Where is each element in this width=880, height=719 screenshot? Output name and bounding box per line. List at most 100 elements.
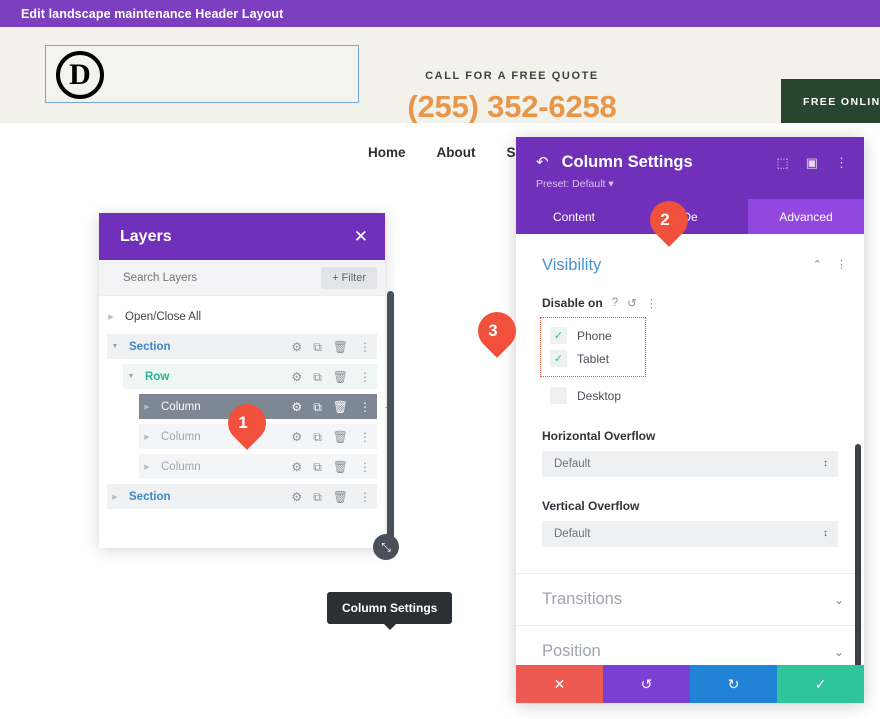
chevron-right-icon[interactable]: ▶ bbox=[107, 493, 123, 501]
column-settings-header: ↶ Column Settings ⬚ ▣ ⋮ Preset: Default … bbox=[516, 137, 864, 199]
trash-icon[interactable]: 🗑 bbox=[333, 431, 348, 443]
gear-icon[interactable]: ⚙ bbox=[291, 341, 302, 353]
select-arrows-icon: ↕ bbox=[823, 458, 828, 469]
chevron-right-icon[interactable]: ▶ bbox=[103, 313, 119, 321]
gear-icon[interactable]: ⚙ bbox=[291, 491, 302, 503]
chevron-right-icon[interactable]: ▶ bbox=[139, 433, 155, 441]
checkbox-tablet[interactable]: ✓ bbox=[550, 350, 567, 367]
back-icon[interactable]: ↶ bbox=[536, 155, 549, 170]
duplicate-icon[interactable]: ⧉ bbox=[313, 341, 322, 353]
redo-button[interactable]: ↻ bbox=[690, 665, 777, 703]
duplicate-icon[interactable]: ⧉ bbox=[313, 371, 322, 383]
chevron-right-icon[interactable]: ▶ bbox=[139, 463, 155, 471]
transitions-title: Transitions bbox=[542, 590, 623, 608]
tab-advanced[interactable]: Advanced bbox=[748, 199, 864, 234]
search-input[interactable] bbox=[123, 271, 322, 284]
settings-scrollbar[interactable] bbox=[855, 444, 861, 665]
duplicate-icon[interactable]: ⧉ bbox=[313, 431, 322, 443]
chevron-down-icon[interactable]: ⌄ bbox=[834, 593, 844, 607]
trash-icon[interactable]: 🗑 bbox=[333, 371, 348, 383]
more-icon[interactable]: ⋮ bbox=[359, 371, 371, 383]
more-icon[interactable]: ⋮ bbox=[359, 341, 371, 353]
more-options-icon[interactable]: ⋮ bbox=[835, 156, 848, 169]
duplicate-icon[interactable]: ⧉ bbox=[313, 461, 322, 473]
checkbox-desktop[interactable]: ✓ bbox=[550, 387, 567, 404]
layers-panel: Layers ✕ + Filter ▶ Open/Close All ▼ Sectio… bbox=[99, 213, 453, 630]
checkbox-label-tablet: Tablet bbox=[577, 351, 610, 366]
gear-icon[interactable]: ⚙ bbox=[291, 401, 302, 413]
vertical-overflow-select[interactable]: Default ↕ bbox=[542, 521, 838, 547]
tab-content[interactable]: Content bbox=[516, 199, 632, 234]
trash-icon[interactable]: 🗑 bbox=[333, 401, 348, 413]
reset-icon[interactable]: ↺ bbox=[627, 296, 637, 310]
duplicate-icon[interactable]: ⧉ bbox=[313, 401, 322, 413]
checkbox-label-desktop: Desktop bbox=[577, 388, 622, 403]
layer-row[interactable]: ▼ Section ⚙ ⧉ 🗑 ⋮ bbox=[107, 334, 377, 359]
gear-icon[interactable]: ⚙ bbox=[291, 461, 302, 473]
editor-bar: Edit landscape maintenance Header Layout bbox=[0, 0, 880, 27]
position-section[interactable]: Position ⌄ bbox=[516, 625, 864, 665]
layer-row-label: Column bbox=[161, 460, 201, 473]
filter-button[interactable]: + Filter bbox=[321, 266, 377, 289]
gear-icon[interactable]: ⚙ bbox=[291, 371, 302, 383]
chevron-right-icon[interactable]: ▶ bbox=[139, 403, 155, 411]
nav-item-about[interactable]: About bbox=[437, 145, 476, 160]
layer-row[interactable]: ▶ Section ⚙ ⧉ 🗑 ⋮ bbox=[107, 484, 377, 509]
save-button[interactable]: ✓ bbox=[777, 665, 864, 703]
panel-action-bar: ✕ ↺ ↻ ✓ bbox=[516, 665, 864, 703]
checkbox-row-tablet[interactable]: ✓ Tablet bbox=[545, 347, 641, 370]
trash-icon[interactable]: 🗑 bbox=[333, 491, 348, 503]
panel-title: Column Settings bbox=[561, 153, 693, 171]
trash-icon[interactable]: 🗑 bbox=[333, 461, 348, 473]
layer-row[interactable]: ▶ Column ⚙ ⧉ 🗑 ⋮ bbox=[139, 454, 377, 479]
vertical-overflow-label: Vertical Overflow bbox=[542, 499, 640, 513]
chevron-down-icon[interactable]: ▼ bbox=[123, 373, 139, 380]
layer-row[interactable]: ▼ Row ⚙ ⧉ 🗑 ⋮ bbox=[123, 364, 377, 389]
settings-scroll-area: Visibility ⌃ ⋮ Disable on ? ↺ ⋮ ✓ Phone … bbox=[516, 234, 864, 665]
more-icon[interactable]: ⋮ bbox=[359, 491, 371, 503]
column-settings-tooltip: Column Settings bbox=[327, 592, 453, 630]
site-header-preview: D CALL FOR A FREE QUOTE (255) 352-6258 F… bbox=[0, 27, 880, 125]
nav-item-home[interactable]: Home bbox=[368, 145, 406, 160]
close-icon[interactable]: ✕ bbox=[354, 228, 368, 245]
layers-panel-title: Layers bbox=[120, 227, 172, 245]
disable-on-label: Disable on bbox=[542, 296, 603, 310]
horizontal-overflow-select[interactable]: Default ↕ bbox=[542, 451, 838, 477]
transitions-section[interactable]: Transitions ⌄ bbox=[516, 573, 864, 625]
layer-row-label: Open/Close All bbox=[125, 310, 202, 323]
preset-selector[interactable]: Preset: Default ▾ bbox=[536, 178, 848, 190]
section-options-icon[interactable]: ⋮ bbox=[836, 260, 847, 271]
checkbox-phone[interactable]: ✓ bbox=[550, 327, 567, 344]
trash-icon[interactable]: 🗑 bbox=[333, 341, 348, 353]
logo-module[interactable]: D bbox=[45, 45, 359, 103]
more-icon[interactable]: ⋮ bbox=[359, 431, 371, 443]
layers-scrollbar[interactable] bbox=[387, 291, 394, 547]
gear-icon[interactable]: ⚙ bbox=[291, 431, 302, 443]
position-title: Position bbox=[542, 642, 601, 660]
undo-button[interactable]: ↺ bbox=[603, 665, 690, 703]
nav-items: Home About Se bbox=[368, 145, 523, 160]
field-options-icon[interactable]: ⋮ bbox=[646, 296, 658, 310]
layer-row-actions: ⚙ ⧉ 🗑 ⋮ bbox=[291, 371, 371, 383]
resize-handle[interactable]: ⤡ bbox=[373, 534, 399, 560]
visibility-section-header[interactable]: Visibility ⌃ ⋮ bbox=[516, 234, 864, 275]
layer-row-label: Section bbox=[129, 340, 171, 353]
more-icon[interactable]: ⋮ bbox=[359, 401, 371, 413]
layout-toggle-icon[interactable]: ▣ bbox=[806, 156, 818, 169]
chevron-down-icon[interactable]: ▼ bbox=[107, 343, 123, 350]
layer-row-actions: ⚙ ⧉ 🗑 ⋮ bbox=[291, 341, 371, 353]
duplicate-icon[interactable]: ⧉ bbox=[313, 491, 322, 503]
focus-target-icon[interactable]: ⬚ bbox=[776, 156, 788, 169]
checkbox-row-phone[interactable]: ✓ Phone bbox=[545, 324, 641, 347]
cancel-button[interactable]: ✕ bbox=[516, 665, 603, 703]
chevron-up-icon[interactable]: ⌃ bbox=[813, 260, 822, 271]
chevron-down-icon[interactable]: ⌄ bbox=[834, 645, 844, 659]
checkbox-row-desktop[interactable]: ✓ Desktop bbox=[545, 384, 864, 407]
screenshot-root: Edit landscape maintenance Header Layout… bbox=[0, 0, 880, 719]
help-icon[interactable]: ? bbox=[612, 297, 618, 309]
free-online-cta-button[interactable]: FREE ONLINE bbox=[781, 79, 880, 125]
phone-number[interactable]: (255) 352-6258 bbox=[380, 89, 644, 125]
horizontal-overflow-label: Horizontal Overflow bbox=[542, 429, 656, 443]
layer-row[interactable]: ▶ Open/Close All bbox=[103, 304, 377, 329]
more-icon[interactable]: ⋮ bbox=[359, 461, 371, 473]
